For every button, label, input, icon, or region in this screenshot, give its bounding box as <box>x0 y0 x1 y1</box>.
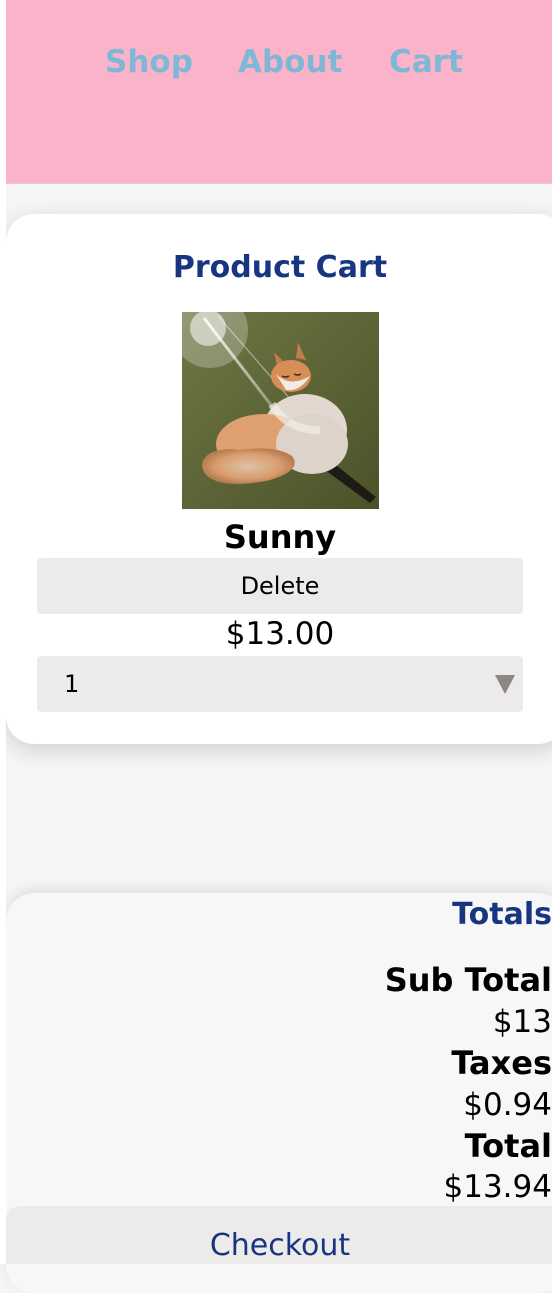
taxes-value: $0.94 <box>463 1087 552 1123</box>
total-label: Total <box>464 1127 552 1165</box>
checkout-label: Checkout <box>209 1228 351 1263</box>
subtotal-value: $13 <box>492 1004 552 1040</box>
fox-painting-icon <box>182 312 379 509</box>
cart-title: Product Cart <box>172 250 388 285</box>
nav-shop-link[interactable]: Shop <box>105 44 193 80</box>
nav-about-link[interactable]: About <box>238 44 342 80</box>
subtotal-label: Sub Total <box>384 961 552 999</box>
total-value: $13.94 <box>443 1169 552 1205</box>
left-edge <box>0 0 6 1264</box>
quantity-value: 1 <box>64 670 80 698</box>
product-image <box>182 312 379 509</box>
nav-cart-link[interactable]: Cart <box>389 44 463 80</box>
product-cart-card: Product Cart Sunny Delete $13.00 1 <box>6 214 552 744</box>
top-navigation: Shop About Cart <box>6 0 552 184</box>
chevron-down-icon <box>495 675 515 694</box>
product-price: $13.00 <box>225 616 335 652</box>
taxes-label: Taxes <box>451 1044 552 1082</box>
quantity-select[interactable]: 1 <box>37 656 523 712</box>
delete-button[interactable]: Delete <box>37 558 523 614</box>
totals-title: Totals <box>452 897 552 932</box>
product-name: Sunny <box>223 518 337 556</box>
checkout-button[interactable]: Checkout <box>6 1206 552 1264</box>
